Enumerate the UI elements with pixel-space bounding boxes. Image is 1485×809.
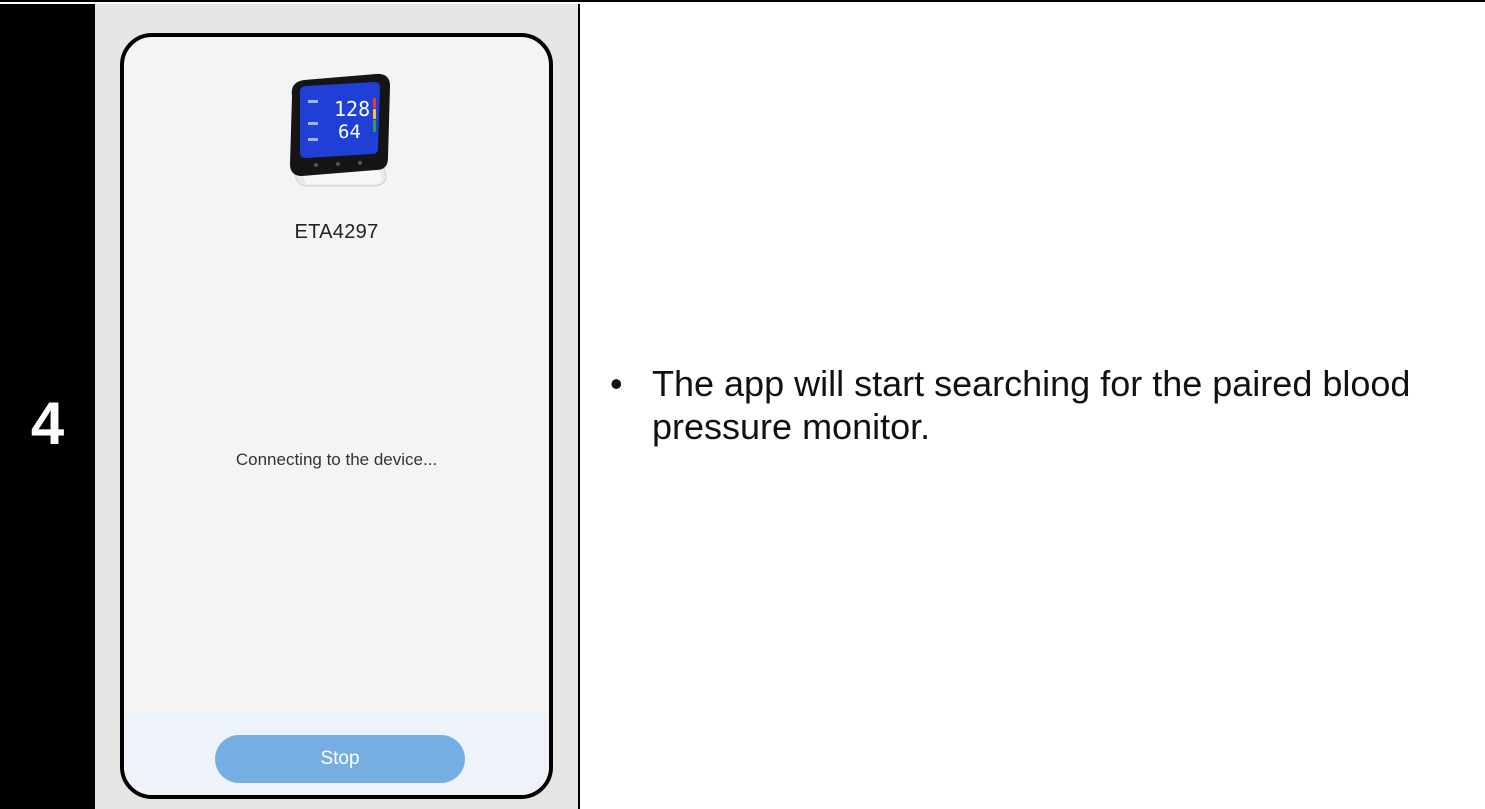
description-column: • The app will start searching for the p… bbox=[580, 4, 1485, 809]
bottom-action-bar: Stop bbox=[124, 713, 549, 795]
monitor-systolic: 128 bbox=[334, 97, 370, 121]
bullet-marker: • bbox=[610, 363, 623, 404]
instruction-row: 4 128 64 ETA4297 Connecting to the devic… bbox=[0, 0, 1485, 809]
monitor-diastolic: 64 bbox=[338, 121, 361, 143]
blood-pressure-monitor-image: 128 64 bbox=[290, 73, 390, 187]
connection-status: Connecting to the device... bbox=[235, 450, 438, 469]
device-name: ETA4297 bbox=[294, 221, 379, 243]
step-number: 4 bbox=[30, 390, 65, 457]
phone-screen: 128 64 ETA4297 Connecting to the device.… bbox=[120, 33, 553, 799]
instruction-text: The app will start searching for the pai… bbox=[652, 363, 1411, 447]
step-number-column: 4 bbox=[0, 4, 95, 809]
stop-button[interactable]: Stop bbox=[215, 735, 465, 783]
